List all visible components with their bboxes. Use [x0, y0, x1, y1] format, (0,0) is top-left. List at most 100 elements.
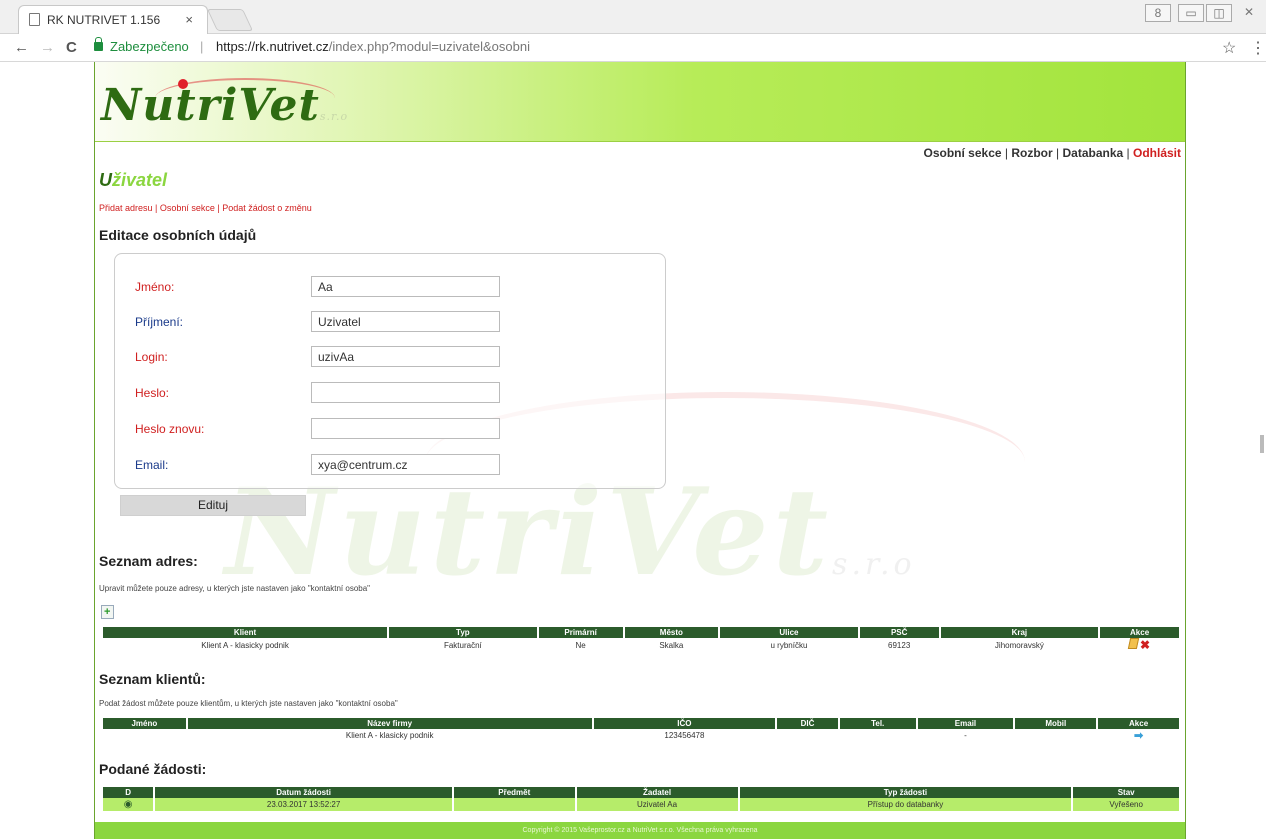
label-jmeno: Jméno: — [135, 280, 175, 294]
cell-email: - — [964, 731, 967, 740]
addresses-table: Klient Typ Primární Město Ulice PSČ Kraj… — [101, 627, 1181, 652]
col-predmet[interactable]: Předmět — [453, 787, 575, 798]
new-tab-button[interactable] — [206, 9, 254, 31]
cell-stav: Vyřešeno — [1073, 798, 1179, 811]
edit-heading: Editace osobních údajů — [99, 227, 257, 243]
input-email[interactable] — [311, 454, 500, 475]
label-prijmeni: Příjmení: — [135, 315, 184, 329]
input-heslo-znovu[interactable] — [311, 418, 500, 439]
nutrivet-logo[interactable]: NutriVets.r.o — [101, 80, 348, 131]
col-typ[interactable]: Typ — [389, 627, 537, 638]
form-row-prijmeni: Příjmení: — [115, 311, 667, 335]
link-pridat-adresu[interactable]: Přidat adresu — [99, 203, 153, 213]
submit-request-arrow-icon[interactable]: ➡ — [1134, 729, 1143, 742]
col-akce: Akce — [1100, 627, 1179, 638]
scrollbar-thumb[interactable] — [1260, 435, 1264, 453]
col-klient[interactable]: Klient — [103, 627, 388, 638]
table-header: Jméno Název firmy IČO DIČ Tel. Email Mob… — [103, 718, 1179, 729]
form-row-login: Login: — [115, 346, 667, 370]
user-icon[interactable]: 8 — [1145, 4, 1171, 22]
col-ico[interactable]: IČO — [593, 718, 776, 729]
add-address-icon[interactable] — [101, 605, 114, 619]
col-email[interactable]: Email — [917, 718, 1014, 729]
cell-ulice: u rybníčku — [770, 640, 808, 650]
maximize-button[interactable]: ◫ — [1206, 4, 1232, 22]
reload-icon[interactable]: C — [66, 39, 77, 56]
close-window-button[interactable]: ✕ — [1236, 4, 1262, 22]
edit-pencil-icon[interactable] — [1127, 638, 1140, 649]
cell-tel — [840, 729, 916, 742]
cell-psc: 69123 — [888, 640, 911, 650]
link-podat-zadost[interactable]: Podat žádost o změnu — [222, 203, 312, 213]
cell-zadatel: Uzivatel Aa — [576, 798, 738, 811]
col-nazev-firmy[interactable]: Název firmy — [187, 718, 592, 729]
cell-mesto: Skalka — [659, 640, 684, 650]
col-mobil[interactable]: Mobil — [1015, 718, 1097, 729]
nav-databanka[interactable]: Databanka — [1062, 146, 1123, 160]
col-psc[interactable]: PSČ — [859, 627, 939, 638]
url-field[interactable]: https://rk.nutrivet.cz/index.php?modul=u… — [216, 39, 530, 54]
section-links: Přidat adresu | Osobní sekce | Podat žád… — [99, 203, 312, 213]
view-detail-icon[interactable]: ◉ — [124, 799, 133, 810]
label-email: Email: — [135, 458, 169, 472]
nav-osobni-sekce[interactable]: Osobní sekce — [924, 146, 1002, 160]
bookmark-star-icon[interactable]: ☆ — [1222, 38, 1236, 58]
input-heslo[interactable] — [311, 382, 500, 403]
link-osobni-sekce[interactable]: Osobní sekce — [160, 203, 215, 213]
cell-ico: 123456478 — [664, 731, 705, 740]
tab-close-icon[interactable]: × — [185, 12, 193, 27]
page-icon — [29, 13, 40, 26]
cell-nazev-firmy: Klient A - klasicky podnik — [345, 731, 434, 740]
col-ulice[interactable]: Ulice — [720, 627, 858, 638]
back-icon[interactable]: ← — [14, 39, 29, 56]
col-dic[interactable]: DIČ — [777, 718, 838, 729]
cell-primarni: Ne — [575, 640, 586, 650]
cell-akce: ✖ — [1100, 638, 1179, 652]
personal-data-form: Jméno: Příjmení: Login: Heslo: Heslo zno… — [114, 253, 666, 489]
cell-predmet — [453, 798, 575, 811]
col-primarni[interactable]: Primární — [538, 627, 623, 638]
nav-odhlasit[interactable]: Odhlásit — [1133, 146, 1181, 160]
form-row-heslo-znovu: Heslo znovu: — [115, 418, 667, 442]
addresses-heading: Seznam adres: — [99, 553, 198, 569]
col-tel[interactable]: Tel. — [839, 718, 916, 729]
col-mesto[interactable]: Město — [624, 627, 719, 638]
browser-tabbar: RK NUTRIVET 1.156 × 8 ▭ ◫ ✕ — [0, 0, 1266, 34]
table-header: D Datum žádosti Předmět Žadatel Typ žádo… — [103, 787, 1179, 798]
clients-heading: Seznam klientů: — [99, 671, 206, 687]
input-jmeno[interactable] — [311, 276, 500, 297]
forward-icon[interactable]: → — [40, 39, 55, 56]
cell-mobil — [1015, 729, 1096, 742]
label-heslo-znovu: Heslo znovu: — [135, 422, 205, 436]
cell-detail: ◉ — [103, 798, 154, 811]
table-header: Klient Typ Primární Město Ulice PSČ Kraj… — [103, 627, 1179, 638]
cell-kraj: Jihomoravský — [994, 640, 1044, 650]
clients-table: Jméno Název firmy IČO DIČ Tel. Email Mob… — [101, 718, 1181, 742]
header-banner: NutriVets.r.o — [95, 62, 1185, 142]
browser-tab[interactable]: RK NUTRIVET 1.156 × — [18, 5, 208, 34]
lock-icon — [94, 37, 103, 51]
col-jmeno[interactable]: Jméno — [103, 718, 186, 729]
minimize-button[interactable]: ▭ — [1178, 4, 1204, 22]
col-datum[interactable]: Datum žádosti — [155, 787, 452, 798]
page-title: Uživatel — [99, 170, 168, 190]
edit-submit-button[interactable]: Edituj — [120, 495, 306, 516]
secure-label: Zabezpečeno — [110, 39, 189, 54]
label-login: Login: — [135, 350, 168, 364]
col-stav[interactable]: Stav — [1073, 787, 1179, 798]
col-akce: Akce — [1098, 718, 1179, 729]
browser-menu-icon[interactable]: ⋮ — [1250, 38, 1266, 58]
top-navigation: Osobní sekce | Rozbor | Databanka | Odhl… — [923, 146, 1181, 160]
col-typ-zadosti[interactable]: Typ žádosti — [739, 787, 1072, 798]
table-row[interactable]: ◉ 23.03.2017 13:52:27 Uzivatel Aa Přístu… — [103, 798, 1179, 811]
input-prijmeni[interactable] — [311, 311, 500, 332]
cell-typ: Fakturační — [443, 640, 482, 650]
col-kraj[interactable]: Kraj — [940, 627, 1099, 638]
nav-rozbor[interactable]: Rozbor — [1011, 146, 1052, 160]
cell-klient: Klient A - klasicky podnik — [201, 640, 289, 650]
col-zadatel[interactable]: Žadatel — [576, 787, 738, 798]
page-content: NutriVets.r.o NutriVets.r.o Osobní sekce… — [94, 62, 1186, 839]
col-d[interactable]: D — [103, 787, 154, 798]
input-login[interactable] — [311, 346, 500, 367]
delete-icon[interactable]: ✖ — [1140, 638, 1150, 652]
